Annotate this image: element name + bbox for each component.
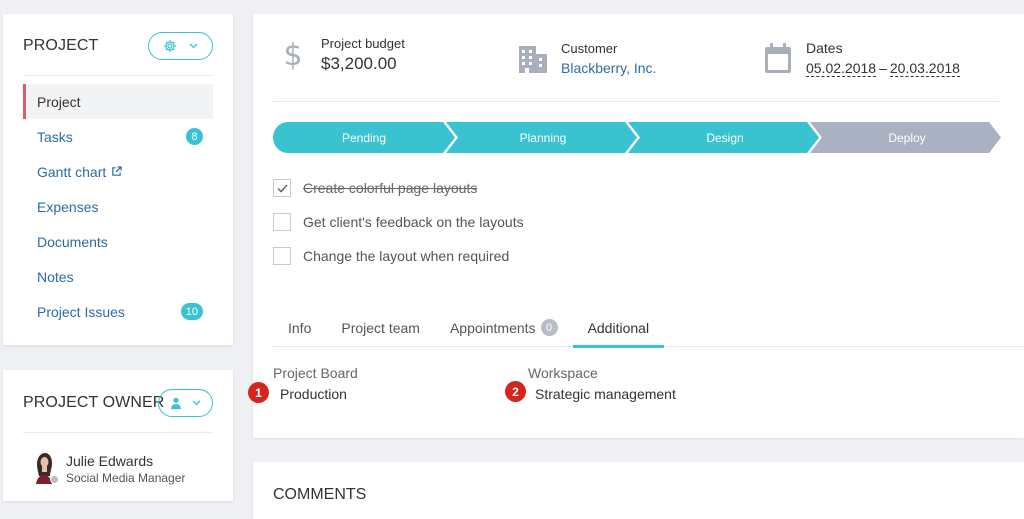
dates-block: Dates 05.02.2018–20.03.2018 <box>762 40 960 78</box>
nav-item-label: Expenses <box>37 198 99 215</box>
end-date-picker[interactable]: 20.03.2018 <box>889 60 960 77</box>
customer-block: Customer Blackberry, Inc. <box>517 41 656 79</box>
calendar-icon <box>762 40 794 76</box>
owner-panel-title: PROJECT OWNER <box>23 394 165 411</box>
stage-design[interactable]: Design <box>634 122 816 153</box>
user-icon <box>170 397 182 409</box>
avatar <box>31 450 59 484</box>
chevron-down-icon <box>192 400 201 406</box>
tab-label: Info <box>288 319 312 336</box>
project-board-value: Production <box>280 386 347 402</box>
callout-marker-2: 2 <box>505 381 526 402</box>
chevron-down-icon <box>189 43 198 49</box>
stage-progress: Pending Planning Design Deploy <box>273 122 1003 153</box>
issues-count-badge: 10 <box>180 303 203 320</box>
external-link-icon <box>111 166 122 177</box>
presence-status-dot <box>50 475 59 484</box>
task-checkbox[interactable] <box>273 179 291 197</box>
nav-item-gantt-chart[interactable]: Gantt chart <box>23 154 213 189</box>
dollar-icon: $ <box>277 36 309 72</box>
nav-item-project-issues[interactable]: Project Issues 10 <box>23 294 213 329</box>
callout-marker-1: 1 <box>248 382 269 403</box>
nav-item-expenses[interactable]: Expenses <box>23 189 213 224</box>
summary-divider <box>273 101 999 102</box>
workspace-label: Workspace <box>528 365 598 381</box>
nav-item-label: Project <box>37 93 81 110</box>
owner-row[interactable]: Julie Edwards Social Media Manager <box>31 450 185 486</box>
nav-item-label: Tasks <box>37 128 73 145</box>
svg-text:$: $ <box>283 38 302 71</box>
detail-tabs: Info Project team Appointments 0 Addition… <box>273 308 1024 348</box>
appointments-count-badge: 0 <box>540 319 558 336</box>
owner-role: Social Media Manager <box>66 471 186 485</box>
task-checkbox[interactable] <box>273 247 291 265</box>
nav-item-label: Gantt chart <box>37 163 107 180</box>
task-label: Create colorful page layouts <box>303 180 478 196</box>
tab-label: Project team <box>341 319 420 336</box>
comments-panel: COMMENTS <box>253 462 1024 519</box>
date-range: 05.02.2018–20.03.2018 <box>806 59 960 78</box>
nav-item-label: Project Issues <box>37 303 125 320</box>
task-label: Get client's feedback on the layouts <box>303 214 524 230</box>
start-date-picker[interactable]: 05.02.2018 <box>806 60 877 77</box>
tab-additional[interactable]: Additional <box>572 308 665 348</box>
stage-deploy[interactable]: Deploy <box>816 122 998 153</box>
nav-item-notes[interactable]: Notes <box>23 259 213 294</box>
nav-item-tasks[interactable]: Tasks 8 <box>23 119 213 154</box>
project-board-label: Project Board <box>273 365 358 381</box>
project-panel-header: PROJECT <box>23 14 213 76</box>
comments-title: COMMENTS <box>273 486 367 503</box>
stage-planning[interactable]: Planning <box>452 122 634 153</box>
tab-info[interactable]: Info <box>273 308 326 347</box>
owner-name: Julie Edwards <box>66 453 154 469</box>
nav-item-documents[interactable]: Documents <box>23 224 213 259</box>
owner-details: Julie Edwards Social Media Manager <box>66 450 185 486</box>
workspace-field: Workspace Strategic management <box>528 364 676 403</box>
task-checkbox[interactable] <box>273 213 291 231</box>
stage-pending[interactable]: Pending <box>273 122 455 153</box>
project-settings-button[interactable] <box>148 32 213 60</box>
change-owner-button[interactable] <box>158 389 213 417</box>
customer-label: Customer <box>561 41 618 56</box>
task-item[interactable]: Change the layout when required <box>273 239 524 273</box>
project-owner-panel: PROJECT OWNER Julie Edwards Social Media… <box>3 370 233 501</box>
building-icon <box>517 41 549 77</box>
task-checklist: Create colorful page layouts Get client'… <box>273 171 524 273</box>
nav-item-label: Notes <box>37 268 74 285</box>
budget-block: $ Project budget $3,200.00 <box>277 36 405 76</box>
budget-label: Project budget <box>321 36 405 51</box>
nav-item-project[interactable]: Project <box>23 84 213 119</box>
dates-label: Dates <box>806 40 843 56</box>
project-panel-title: PROJECT <box>23 37 99 54</box>
budget-value: $3,200.00 <box>321 54 397 73</box>
task-item[interactable]: Create colorful page layouts <box>273 171 524 205</box>
customer-link[interactable]: Blackberry, Inc. <box>561 57 656 79</box>
owner-panel-header: PROJECT OWNER <box>23 370 213 433</box>
tab-project-team[interactable]: Project team <box>326 308 435 347</box>
gear-icon <box>163 39 177 53</box>
tasks-count-badge: 8 <box>186 128 203 145</box>
tab-label: Appointments <box>449 319 536 336</box>
workspace-value: Strategic management <box>535 386 676 402</box>
tab-label: Additional <box>587 319 650 336</box>
checkmark-icon <box>276 183 288 193</box>
project-board-field: Project Board Production <box>273 364 358 403</box>
date-separator: – <box>879 60 887 76</box>
task-label: Change the layout when required <box>303 248 510 264</box>
project-details-panel: $ Project budget $3,200.00 Customer Blac… <box>248 14 1024 438</box>
project-nav: Project Tasks 8 Gantt chart Expenses Docu… <box>23 84 213 329</box>
project-panel: PROJECT Project Tasks 8 Gantt chart Expen… <box>3 14 233 345</box>
tab-appointments[interactable]: Appointments 0 <box>435 308 573 347</box>
task-item[interactable]: Get client's feedback on the layouts <box>273 205 524 239</box>
nav-item-label: Documents <box>37 233 108 250</box>
